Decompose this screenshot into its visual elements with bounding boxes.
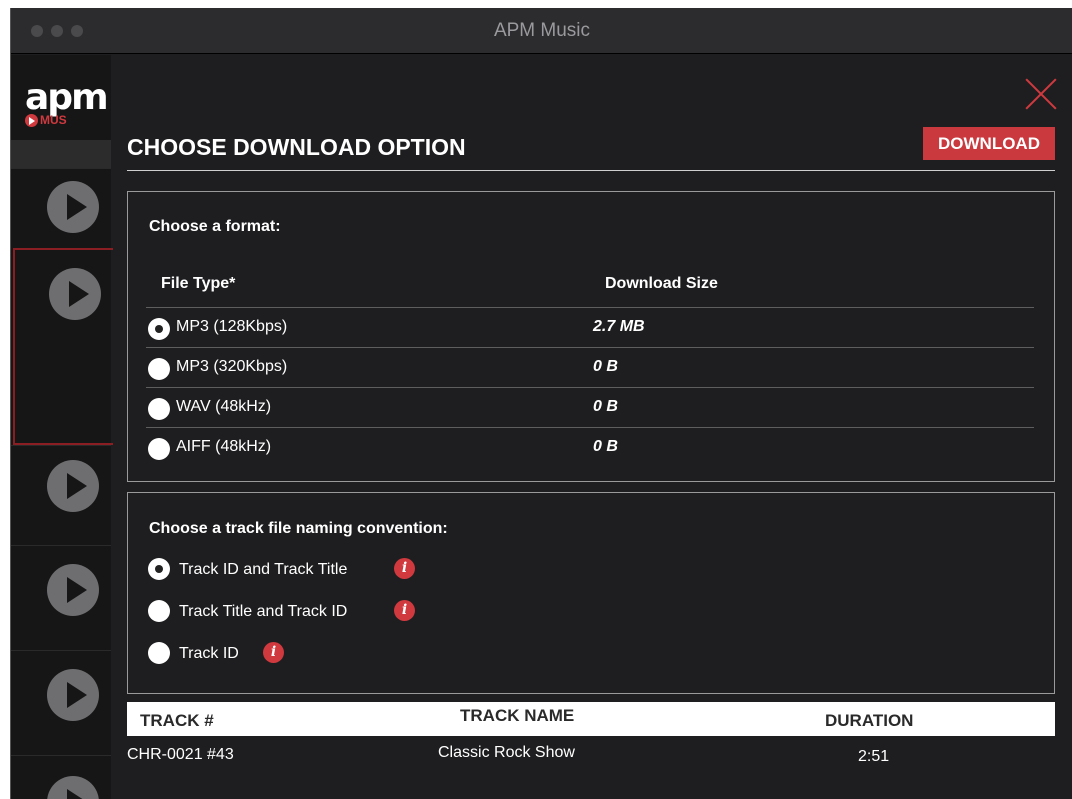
play-icon[interactable] [47,460,99,512]
play-icon[interactable] [47,564,99,616]
track-table-header: TRACK # TRACK NAME DURATION [127,702,1055,736]
format-option-mp3-320[interactable]: MP3 (320Kbps) 0 B [146,347,1034,387]
sidebar-strip [11,140,111,168]
logo-subtitle-text: MUS [40,113,67,127]
format-option-aiff[interactable]: AIFF (48kHz) 0 B [146,427,1034,467]
close-icon[interactable] [1024,77,1058,111]
play-icon[interactable] [47,181,99,233]
naming-radio[interactable] [148,558,170,580]
dialog-heading: CHOOSE DOWNLOAD OPTION [127,134,466,160]
format-section-title: Choose a format: [149,218,281,235]
title-bar[interactable]: APM Music [11,8,1072,54]
download-size-header: Download Size [605,275,718,292]
naming-label: Track Title and Track ID [179,603,348,620]
format-size: 0 B [593,358,618,375]
sidebar: apm MUS [11,55,113,799]
heading-divider [127,170,1055,171]
format-radio[interactable] [148,318,170,340]
sidebar-track-row[interactable] [11,545,111,650]
info-icon[interactable]: i [263,642,284,663]
track-number-cell: CHR-0021 #43 [127,746,234,763]
format-option-mp3-128[interactable]: MP3 (128Kbps) 2.7 MB [146,307,1034,347]
track-name-header: TRACK NAME [460,706,575,725]
format-size: 0 B [593,398,618,415]
track-number-header: TRACK # [140,711,214,730]
duration-cell: 2:51 [858,748,890,765]
info-icon[interactable]: i [394,600,415,621]
naming-label: Track ID [179,645,239,662]
format-label: AIFF (48kHz) [176,438,272,455]
logo-play-icon [25,113,38,127]
naming-option-title-id[interactable]: Track Title and Track ID i [146,600,546,624]
format-label: WAV (48kHz) [176,398,272,415]
format-size: 0 B [593,438,618,455]
naming-label: Track ID and Track Title [179,561,348,578]
download-button[interactable]: DOWNLOAD [923,127,1055,160]
logo: apm [25,77,109,118]
info-icon[interactable]: i [394,558,415,579]
naming-radio[interactable] [148,600,170,622]
format-label: MP3 (128Kbps) [176,318,288,335]
file-type-header: File Type* [161,275,236,292]
sidebar-track-row[interactable] [11,755,111,799]
format-radio[interactable] [148,438,170,460]
sidebar-track-row[interactable] [11,445,111,545]
play-icon[interactable] [47,669,99,721]
logo-subtitle: MUS [25,113,67,127]
play-icon[interactable] [47,776,99,799]
sidebar-track-row[interactable] [11,168,111,248]
naming-panel: Choose a track file naming convention: T… [127,492,1055,694]
track-name-cell: Classic Rock Show [438,744,575,761]
format-panel: Choose a format: File Type* Download Siz… [127,191,1055,482]
format-radio[interactable] [148,398,170,420]
play-icon[interactable] [49,268,101,320]
naming-option-id[interactable]: Track ID i [146,642,546,666]
sidebar-track-row-selected[interactable] [13,248,113,445]
format-label: MP3 (320Kbps) [176,358,288,375]
format-radio[interactable] [148,358,170,380]
sidebar-track-row[interactable] [11,650,111,755]
format-option-wav[interactable]: WAV (48kHz) 0 B [146,387,1034,427]
naming-radio[interactable] [148,642,170,664]
format-size: 2.7 MB [593,318,645,335]
window-title: APM Music [493,20,591,41]
duration-header: DURATION [825,711,914,730]
naming-section-title: Choose a track file naming convention: [149,520,448,537]
naming-option-id-title[interactable]: Track ID and Track Title i [146,558,546,582]
